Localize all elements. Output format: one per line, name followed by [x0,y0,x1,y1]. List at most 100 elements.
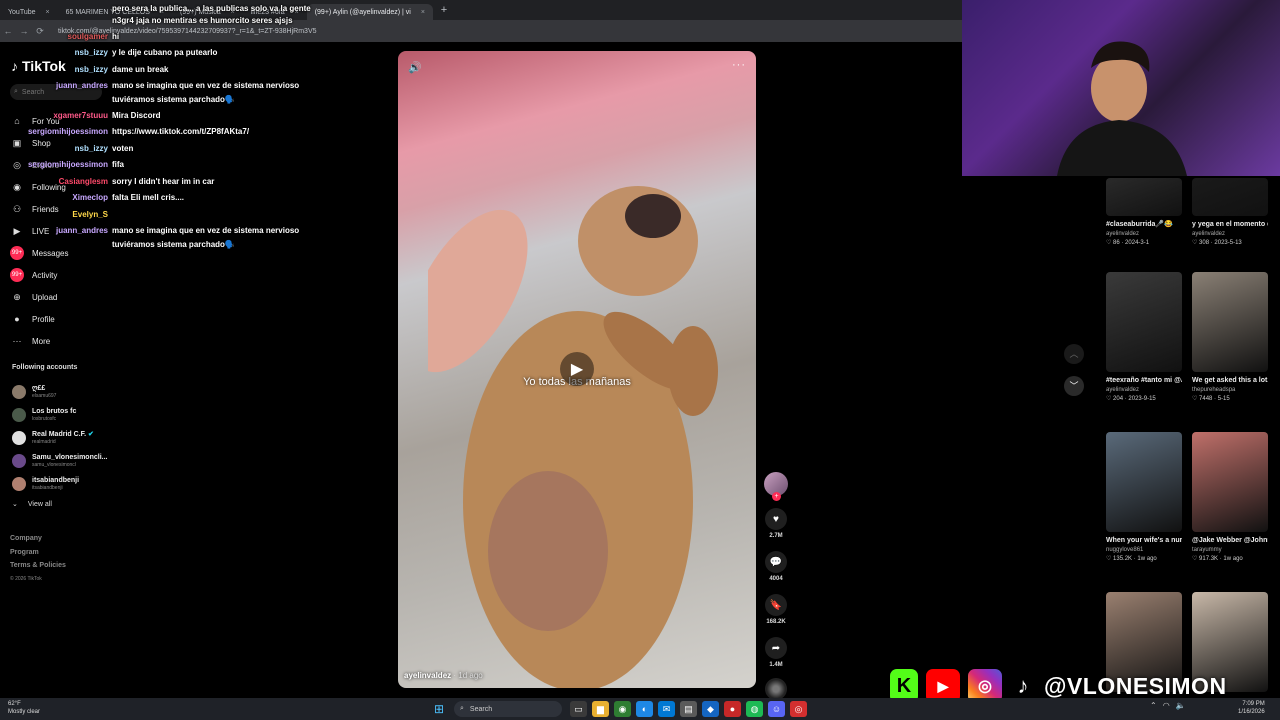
file-explorer-icon[interactable]: ▆ [592,701,609,717]
video-author[interactable]: ayelinvaldez · 1d ago [404,671,483,680]
following-accounts-list: ღ££ elsamu697 Los brutos fc losbrutosfc Real… [12,380,122,495]
video-thumbnail[interactable] [1106,432,1182,532]
avatar [12,407,26,422]
card-user: ayelinvaldez [1192,231,1226,237]
next-video-button[interactable]: ﹀ [1064,376,1084,396]
video-player[interactable]: 🔊 ··· Yo todas las mañanas ▶ ayelinvalde… [398,51,756,688]
tab-label: YouTube [8,8,36,16]
taskbar-search[interactable]: ⌕ Search [454,701,562,717]
following-account[interactable]: Los brutos fc losbrutosfc [12,403,122,426]
related-video-card[interactable]: #teexraño #tanto mi @Ashly🙂 🙃... ayelinva… [1106,272,1182,404]
previous-video-button[interactable]: ︿ [1064,344,1084,364]
video-thumbnail[interactable] [1192,272,1268,372]
author-name: ayelinvaldez [404,671,452,680]
new-tab-icon[interactable]: + [437,3,451,17]
related-video-card[interactable]: When your wife's a nurse you better... nu… [1106,432,1182,564]
like-button[interactable]: ♥ [765,508,787,530]
related-video-card[interactable]: #claseaburrida🎤😂 ayelinvaldez ♡ 86 · 2024-… [1106,178,1182,248]
chat-username: sergiomihijoessimon [27,127,108,136]
chat-text: sorry I didn't hear im in car [112,177,215,186]
dropbox-icon[interactable]: ◆ [702,701,719,717]
chevron-up-icon[interactable]: ⌃ [1150,701,1157,710]
follow-plus-icon[interactable]: + [772,492,781,501]
sidebar-item-profile[interactable]: ● Profile [10,308,105,330]
view-all-button[interactable]: ⌄ View all [12,500,52,509]
mail-icon[interactable]: ✉ [658,701,675,717]
task-view-icon[interactable]: ▭ [570,701,587,717]
obs-icon[interactable]: ◎ [790,701,807,717]
following-account[interactable]: Samu_vlonesimoncli... samu_vlonesimoncl [12,449,122,472]
account-handle: samu_vlonesimoncl [32,461,76,468]
related-video-card[interactable]: y yega en el momento que... ayelinvaldez ♡… [1192,178,1268,248]
chat-text: tuviéramos sistema parchado🗣️ [112,240,235,249]
account-text: ღ££ elsamu697 [32,385,56,399]
more-options-icon[interactable]: ··· [732,59,746,71]
action-rail: + ♥ 2.7M 💬 4004 🔖 168.2K ➦ 1.4M [762,472,790,700]
system-tray: ⌃ ◠ 🔈 [1150,701,1186,710]
card-title: We get asked this a lot... Why can't... [1192,377,1268,384]
card-title: #claseaburrida🎤😂 [1106,221,1173,228]
system-clock[interactable]: 7:09 PM 1/16/2026 [1238,700,1265,716]
video-thumbnail[interactable] [1192,178,1268,216]
account-name-text: itsabiandbenji [32,476,80,484]
music-disc-icon[interactable] [765,678,787,700]
footer-program[interactable]: Program [10,546,66,560]
browser-tab[interactable]: (99+) Aylin (@ayelinvaldez) | vi × [306,4,433,20]
store-icon[interactable]: ▤ [680,701,697,717]
app-icon[interactable]: ● [724,701,741,717]
video-thumbnail[interactable] [1106,178,1182,216]
close-tab-icon[interactable]: × [421,9,425,16]
avatar [12,476,26,491]
following-account[interactable]: ღ££ elsamu697 [12,380,122,403]
related-video-card[interactable]: @Jake Webber @Johnnie Guilbert tarayummy ♡… [1192,432,1268,564]
chat-username: xgamer7stuuu [53,111,108,120]
creator-avatar[interactable]: + [764,472,788,501]
account-text: itsabiandbenji itsabiandbenji [32,477,79,491]
footer-terms[interactable]: Terms & Policies [10,559,66,573]
chrome-icon[interactable]: ◉ [614,701,631,717]
play-button[interactable]: ▶ [560,352,594,386]
account-name: Los brutos fc [32,408,76,416]
card-user: tarayummy [1192,547,1222,553]
following-account[interactable]: Real Madrid C.F. ✔ realmadrid [12,426,122,449]
edge-icon[interactable]: ◐ [636,701,653,717]
spotify-icon[interactable]: ◍ [746,701,763,717]
upload-icon: ⊕ [13,291,21,302]
close-tab-icon[interactable]: × [46,9,50,16]
share-button[interactable]: ➦ [765,637,787,659]
wifi-icon[interactable]: ◠ [1163,701,1170,710]
discord-icon[interactable]: ☺ [768,701,785,717]
sidebar-item-more[interactable]: ··· More [10,330,105,352]
weather-widget[interactable]: 62°F Mostly clear [8,700,40,716]
comment-button[interactable]: 💬 [765,551,787,573]
verified-icon: ✔ [86,430,94,438]
related-video-card[interactable]: We get asked this a lot... Why can't... t… [1192,272,1268,404]
browser-tab[interactable]: YouTube × [0,4,58,20]
url-path: /@ayelinvaldez/video/7595397144232709937… [89,27,317,35]
chat-text: pero sera la publica... a las publicas s… [112,4,311,13]
chat-username: nsb_izzy [74,65,108,74]
chat-username: nsb_izzy [74,48,108,57]
video-thumbnail[interactable] [1192,432,1268,532]
volume-tray-icon[interactable]: 🔈 [1176,701,1186,710]
streamer-webcam [962,0,1280,176]
account-name: itsabiandbenji [32,477,79,485]
chat-text: hi [112,32,120,41]
chat-username: nsb_izzy [74,144,108,153]
windows-start-icon[interactable]: ⊞ [434,702,448,716]
volume-icon[interactable]: 🔊 [408,61,422,74]
account-name-text: ღ££ [32,384,46,392]
card-stats: ♡ 86 · 2024-3-1 [1106,240,1150,246]
sidebar-item-activity[interactable]: 99+ Activity [10,264,105,286]
chat-text: tuviéramos sistema parchado🗣️ [112,95,235,104]
following-account[interactable]: itsabiandbenji itsabiandbenji [12,472,122,495]
save-count: 168.2K [766,619,786,625]
footer-company[interactable]: Company [10,532,66,546]
sidebar-item-upload[interactable]: ⊕ Upload [10,286,105,308]
like-count: 2.7M [769,533,783,539]
video-thumbnail[interactable] [1106,272,1182,372]
save-button[interactable]: 🔖 [765,594,787,616]
chat-text: falta Eli mell cris.... [112,193,185,202]
chat-text: mano se imagina que en vez de sistema ne… [112,226,300,235]
sidebar-item-messages[interactable]: 99+ Messages [10,242,105,264]
